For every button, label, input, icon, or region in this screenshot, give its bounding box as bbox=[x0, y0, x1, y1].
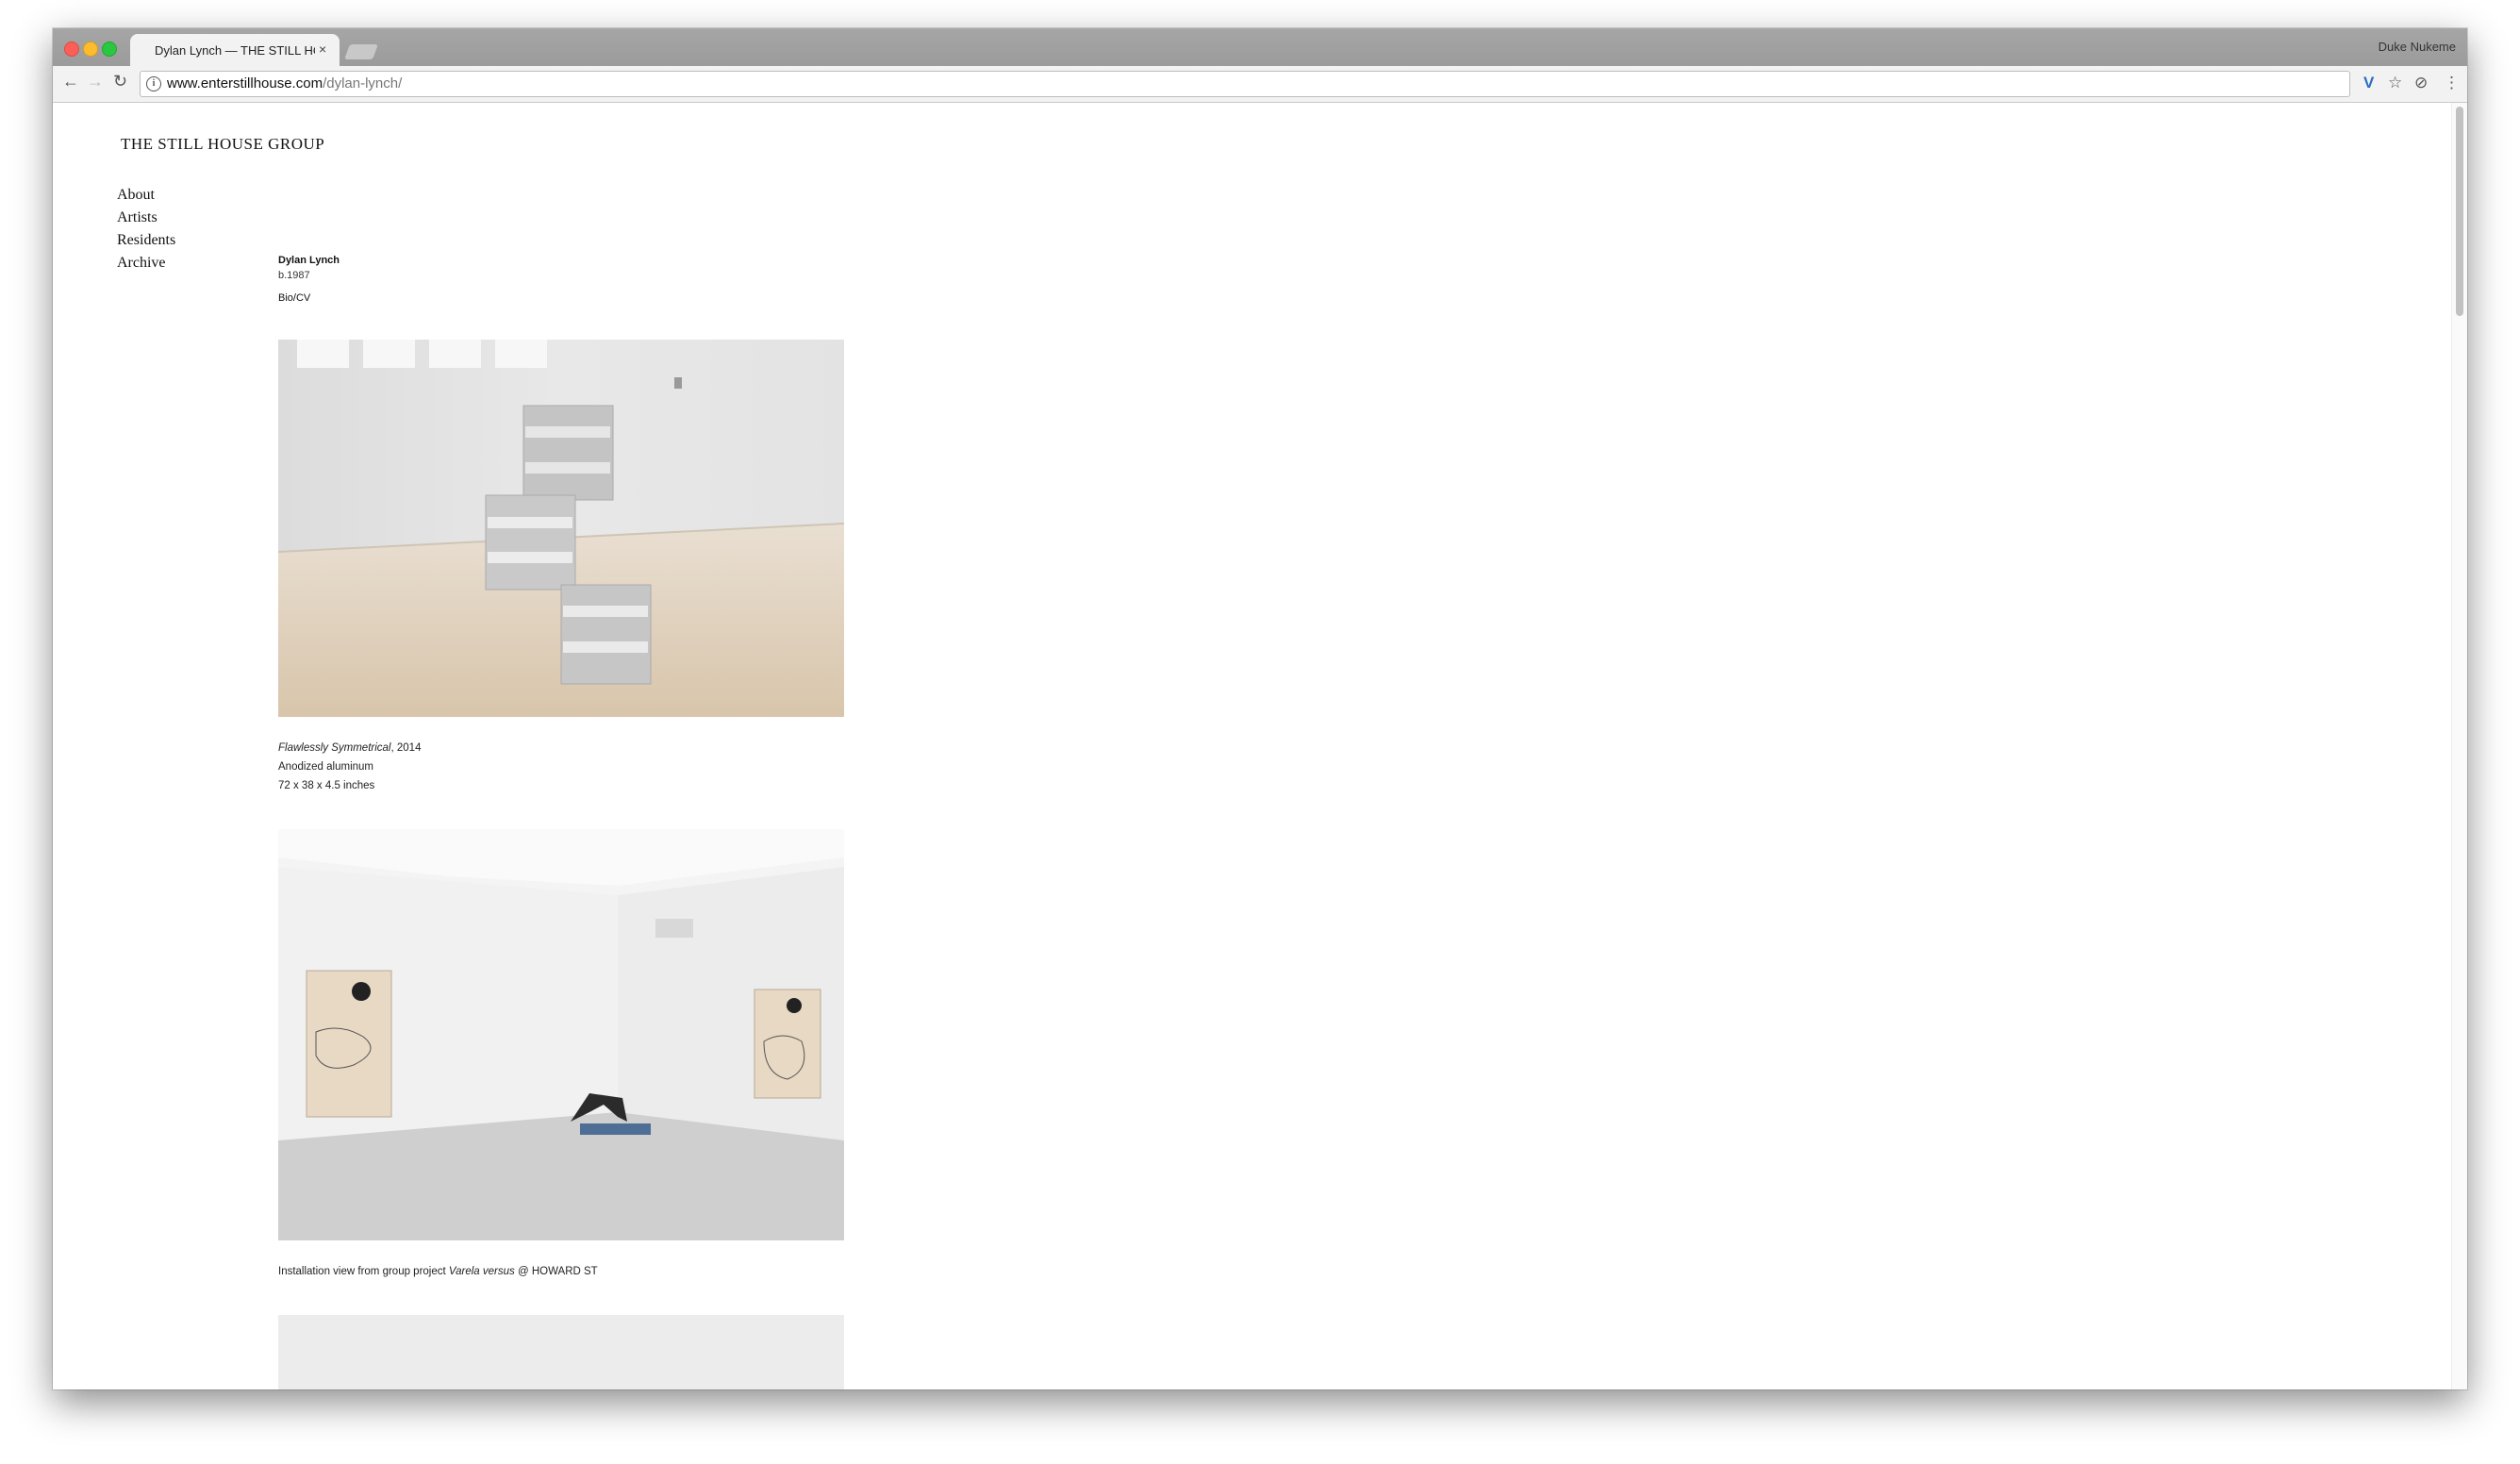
artwork-3 bbox=[278, 1315, 938, 1389]
artwork-image[interactable] bbox=[278, 829, 844, 1245]
project-title: Varela versus bbox=[448, 1266, 515, 1277]
tab-close-icon[interactable]: × bbox=[319, 42, 326, 57]
profile-name[interactable]: Duke Nukeme bbox=[2379, 40, 2456, 54]
artwork-title: Flawlessly Symmetrical bbox=[278, 742, 391, 754]
bookmark-star-icon[interactable]: ☆ bbox=[2388, 74, 2402, 92]
caption-text-after: @ HOWARD ST bbox=[514, 1266, 598, 1277]
partial-image bbox=[278, 1315, 844, 1389]
back-arrow-icon[interactable]: ← bbox=[62, 72, 79, 92]
tab-title: Dylan Lynch — THE STILL HOUSE GROUP bbox=[155, 43, 315, 58]
artist-content: Dylan Lynch b.1987 Bio/CV Flawlessly Sym… bbox=[278, 255, 938, 1389]
minimize-window-button[interactable] bbox=[83, 42, 98, 57]
address-bar[interactable]: i www.enterstillhouse.com/dylan-lynch/ bbox=[140, 71, 2350, 97]
reload-icon[interactable]: ↻ bbox=[113, 72, 127, 92]
site-nav: About Artists Residents Archive bbox=[117, 184, 175, 274]
active-tab[interactable]: Dylan Lynch — THE STILL HOUSE GROUP × bbox=[130, 34, 340, 66]
sculpture-installation-image bbox=[278, 340, 844, 717]
nav-archive[interactable]: Archive bbox=[117, 252, 175, 274]
nav-about[interactable]: About bbox=[117, 184, 175, 207]
nav-residents[interactable]: Residents bbox=[117, 229, 175, 252]
site-title[interactable]: THE STILL HOUSE GROUP bbox=[121, 135, 324, 154]
artwork-image[interactable] bbox=[278, 340, 844, 722]
nav-artists[interactable]: Artists bbox=[117, 207, 175, 229]
forward-arrow-icon[interactable]: → bbox=[87, 72, 104, 92]
bio-cv-link[interactable]: Bio/CV bbox=[278, 292, 310, 304]
extension-v-icon[interactable]: V bbox=[2363, 74, 2374, 92]
info-icon[interactable]: i bbox=[146, 76, 161, 92]
artwork-caption: Flawlessly Symmetrical, 2014 Anodized al… bbox=[278, 739, 938, 795]
artwork-1: Flawlessly Symmetrical, 2014 Anodized al… bbox=[278, 340, 938, 795]
caption-text-before: Installation view from group project bbox=[278, 1266, 449, 1277]
browser-window: Dylan Lynch — THE STILL HOUSE GROUP × Du… bbox=[53, 28, 2467, 1389]
artwork-2: Installation view from group project Var… bbox=[278, 829, 938, 1281]
close-window-button[interactable] bbox=[64, 42, 79, 57]
tab-strip: Dylan Lynch — THE STILL HOUSE GROUP × Du… bbox=[53, 28, 2467, 66]
artist-name: Dylan Lynch bbox=[278, 255, 340, 266]
menu-icon[interactable]: ⋮ bbox=[2444, 74, 2460, 92]
gallery-installation-image bbox=[278, 829, 844, 1240]
artwork-dimensions: 72 x 38 x 4.5 inches bbox=[278, 780, 375, 791]
extension-icon[interactable]: ⊘ bbox=[2414, 74, 2428, 92]
url-host: www.enterstillhouse.com bbox=[167, 75, 323, 92]
maximize-window-button[interactable] bbox=[102, 42, 117, 57]
installation-caption: Installation view from group project Var… bbox=[278, 1262, 938, 1281]
artwork-year: , 2014 bbox=[390, 742, 422, 754]
artwork-image[interactable] bbox=[278, 1315, 844, 1389]
artwork-title-line: Flawlessly Symmetrical, 2014 bbox=[278, 739, 938, 757]
page-viewport: THE STILL HOUSE GROUP About Artists Resi… bbox=[53, 103, 2467, 1389]
browser-toolbar: ← → ↻ i www.enterstillhouse.com/dylan-ly… bbox=[53, 66, 2467, 103]
scrollbar[interactable] bbox=[2451, 103, 2467, 1389]
artist-birth-year: b.1987 bbox=[278, 270, 310, 281]
new-tab-button[interactable] bbox=[344, 44, 378, 59]
url-path: /dylan-lynch/ bbox=[323, 75, 403, 92]
scrollbar-thumb[interactable] bbox=[2456, 107, 2463, 316]
url-text[interactable]: www.enterstillhouse.com/dylan-lynch/ bbox=[167, 75, 402, 92]
artwork-material: Anodized aluminum bbox=[278, 761, 374, 773]
